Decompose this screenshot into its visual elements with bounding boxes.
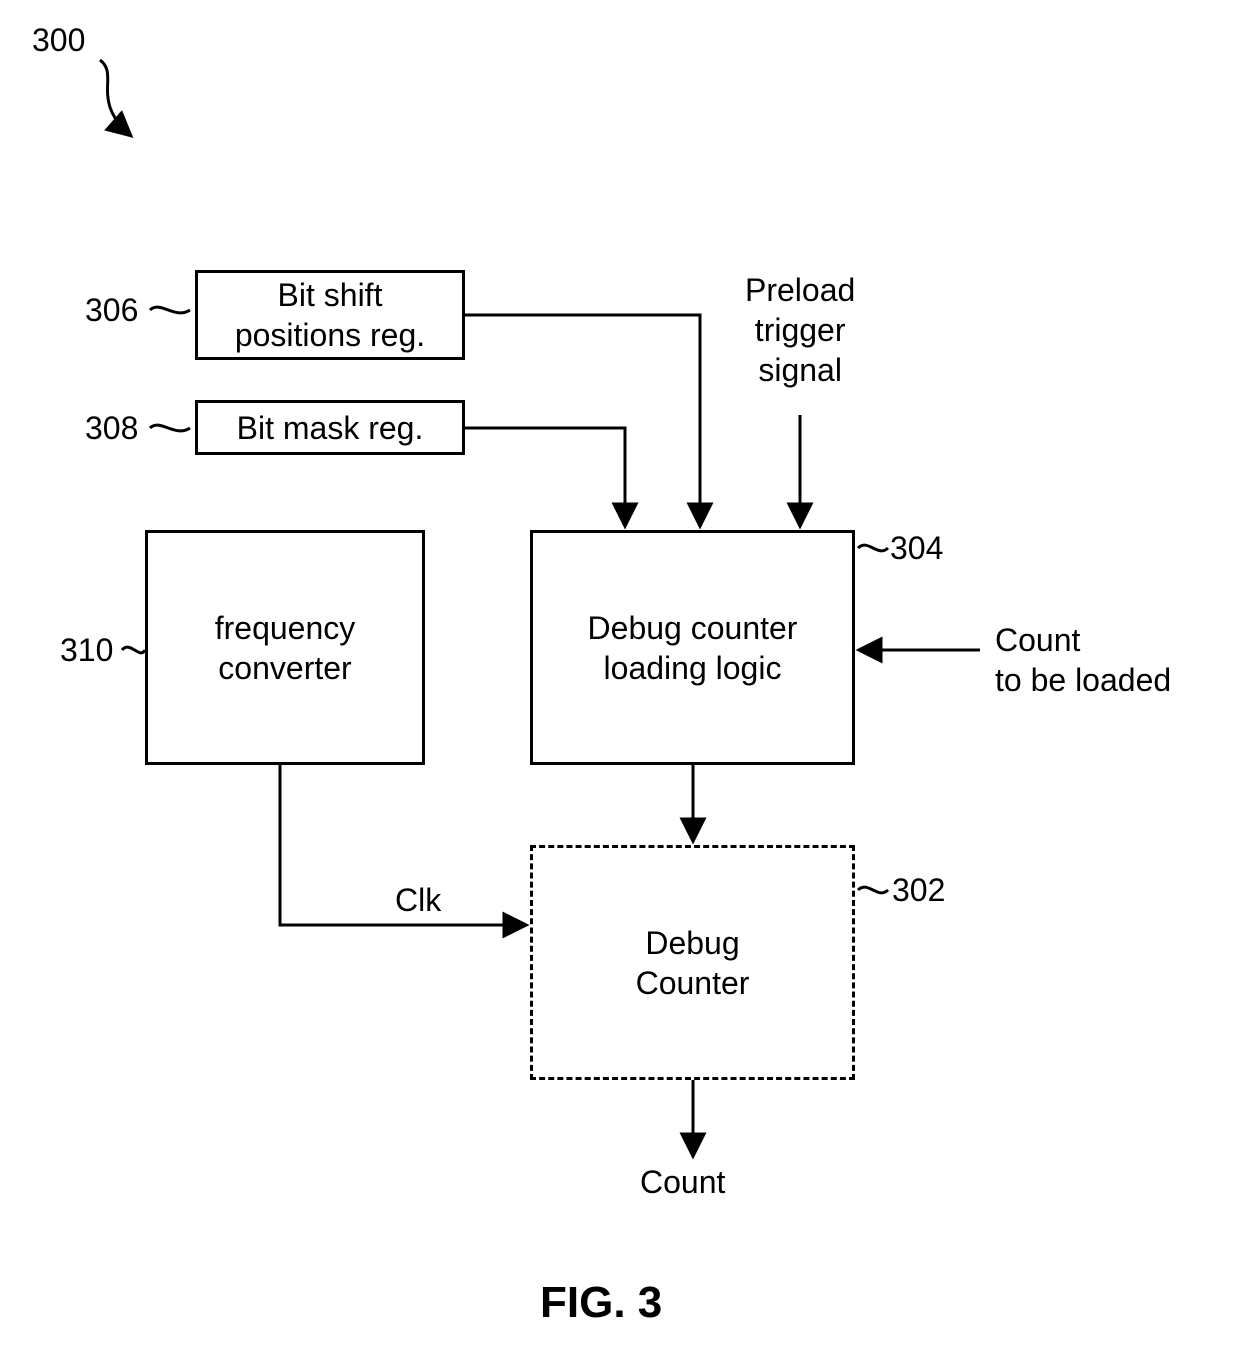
- ref-frequency-converter: 310: [60, 630, 113, 670]
- label-count-in: Count to be loaded: [995, 620, 1171, 700]
- ref-loading-logic: 304: [890, 528, 943, 568]
- figure-number-label: 300: [32, 20, 85, 60]
- figure-title: FIG. 3: [540, 1278, 662, 1328]
- block-debug-counter-text: Debug Counter: [636, 923, 750, 1003]
- block-frequency-converter-text: frequency converter: [215, 608, 356, 688]
- tilde-308: [150, 425, 190, 431]
- block-bit-mask-reg: Bit mask reg.: [195, 400, 465, 455]
- ref-bit-mask-reg: 308: [85, 408, 138, 448]
- arrow-bitshift-to-logic: [465, 315, 700, 525]
- label-clk: Clk: [395, 880, 441, 920]
- ref-debug-counter: 302: [892, 870, 945, 910]
- block-frequency-converter: frequency converter: [145, 530, 425, 765]
- block-bit-mask-reg-text: Bit mask reg.: [237, 408, 424, 448]
- figure-number-arrow: [100, 60, 130, 135]
- tilde-302: [858, 887, 888, 893]
- arrow-bitmask-to-logic: [465, 428, 625, 525]
- tilde-304: [858, 545, 888, 551]
- block-bit-shift-reg: Bit shift positions reg.: [195, 270, 465, 360]
- tilde-306: [150, 307, 190, 313]
- tilde-310: [122, 647, 145, 653]
- block-bit-shift-reg-text: Bit shift positions reg.: [235, 275, 425, 355]
- label-preload-trigger: Preload trigger signal: [745, 270, 855, 390]
- block-loading-logic-text: Debug counter loading logic: [588, 608, 798, 688]
- block-debug-counter: Debug Counter: [530, 845, 855, 1080]
- block-loading-logic: Debug counter loading logic: [530, 530, 855, 765]
- ref-bit-shift-reg: 306: [85, 290, 138, 330]
- label-count-out: Count: [640, 1162, 725, 1202]
